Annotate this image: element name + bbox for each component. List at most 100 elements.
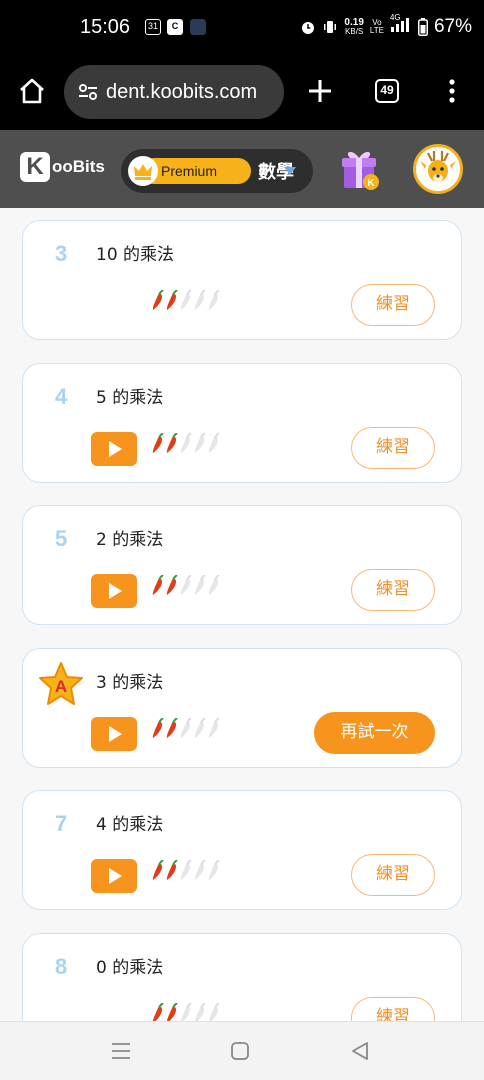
volte-indicator: Vo LTE xyxy=(369,18,384,35)
tab-switcher-button[interactable]: 49 xyxy=(375,79,399,103)
lesson-card: 5 2 的乘法練習 xyxy=(22,505,462,625)
chevron-down-icon xyxy=(284,167,296,175)
lesson-number: 5 xyxy=(55,526,68,551)
lesson-number: 4 xyxy=(55,383,68,409)
chili-pepper-icon xyxy=(193,1001,207,1021)
logo-k: K xyxy=(20,152,50,182)
play-video-button[interactable] xyxy=(91,716,137,751)
chili-pepper-icon xyxy=(151,859,165,886)
chili-pepper-icon xyxy=(165,431,179,459)
lesson-title: 0 的乘法 xyxy=(96,957,164,978)
chili-pepper-icon xyxy=(179,716,193,744)
back-icon[interactable] xyxy=(351,1042,369,1060)
site-settings-icon[interactable] xyxy=(78,82,98,102)
chili-pepper-icon xyxy=(165,574,179,601)
retry-button[interactable]: 再試一次 xyxy=(314,711,435,754)
battery-percent: 67% xyxy=(433,16,472,37)
chili-pepper-icon xyxy=(193,289,207,316)
chili-pepper-icon xyxy=(151,716,165,744)
subject-selector[interactable]: Premium 數學 xyxy=(121,149,313,193)
practice-button[interactable]: 練習 xyxy=(351,284,435,326)
lesson-title: 4 的乘法 xyxy=(96,815,164,835)
chili-pepper-icon xyxy=(165,289,179,316)
lesson-title: 2 的乘法 xyxy=(96,530,164,550)
chili-pepper-icon xyxy=(207,574,221,601)
chili-pepper-icon xyxy=(179,289,193,316)
app-header: K ooBits Premium 數學 K xyxy=(0,130,484,208)
lesson-number: 8 xyxy=(55,953,68,979)
status-time: 15:06 xyxy=(80,16,131,38)
vibrate-icon xyxy=(324,21,337,33)
chili-pepper-icon xyxy=(207,289,221,316)
chili-pepper-icon xyxy=(193,574,207,601)
deer-avatar-icon[interactable] xyxy=(413,144,463,194)
status-indicators: 0.19 KB/S Vo LTE 4G 67% xyxy=(300,13,472,38)
lesson-number: 7 xyxy=(55,811,68,836)
difficulty-rating xyxy=(151,289,221,316)
signal-indicator: 4G xyxy=(390,13,412,38)
practice-button[interactable]: 練習 xyxy=(351,854,435,896)
lesson-card: 4 5 的乘法練習 xyxy=(22,362,462,483)
practice-button[interactable]: 練習 xyxy=(351,426,435,469)
play-video-button[interactable] xyxy=(91,859,137,893)
browser-toolbar: dent.koobits.com 49 xyxy=(0,58,484,130)
message-notification-icon xyxy=(190,19,206,35)
plus-icon[interactable] xyxy=(307,78,333,104)
chili-pepper-icon xyxy=(207,716,221,744)
svg-text:K: K xyxy=(367,178,375,189)
chili-pepper-icon xyxy=(151,574,165,601)
svg-text:A: A xyxy=(55,677,67,696)
koobits-logo[interactable]: K ooBits xyxy=(20,152,105,182)
system-status-bar: 15:06 31 C 0.19 KB/S Vo LTE 4G 67% xyxy=(0,0,484,58)
lesson-title: 3 的乘法 xyxy=(96,672,164,693)
chili-pepper-icon xyxy=(151,431,165,459)
app-notification-icon: C xyxy=(167,19,183,35)
lesson-card: 7 4 的乘法練習 xyxy=(22,790,462,910)
home-icon[interactable] xyxy=(18,77,46,105)
battery-icon xyxy=(417,18,428,36)
difficulty-rating xyxy=(151,859,221,886)
address-bar[interactable]: dent.koobits.com xyxy=(64,65,284,119)
lesson-list[interactable]: 3 10 的乘法 練習 4 5 的乘法 練習 5 2 的乘法 練習 A 3 的乘法 再試一次 7 4 的乘… xyxy=(0,208,484,1021)
practice-button[interactable]: 練習 xyxy=(351,569,435,611)
chili-pepper-icon xyxy=(165,716,179,744)
system-navigation-bar xyxy=(0,1021,484,1080)
difficulty-rating xyxy=(151,716,221,744)
chili-pepper-icon xyxy=(193,859,207,886)
play-video-button[interactable] xyxy=(91,431,137,466)
chili-pepper-icon xyxy=(193,431,207,459)
chili-pepper-icon xyxy=(207,1001,221,1021)
chili-pepper-icon xyxy=(207,859,221,886)
crown-icon xyxy=(128,156,158,186)
chili-pepper-icon xyxy=(179,1001,193,1021)
play-video-button[interactable] xyxy=(91,574,137,608)
practice-button[interactable]: 練習 xyxy=(351,996,435,1021)
more-vert-icon[interactable] xyxy=(445,78,459,104)
chili-pepper-icon xyxy=(207,431,221,459)
chili-pepper-icon xyxy=(151,1001,165,1021)
lesson-card: 3 10 的乘法練習 xyxy=(22,220,462,340)
calendar-notification-icon: 31 xyxy=(145,19,161,35)
logo-text: ooBits xyxy=(52,157,105,176)
chili-pepper-icon xyxy=(179,574,193,601)
chili-pepper-icon xyxy=(151,289,165,316)
lesson-card: 8 0 的乘法練習 xyxy=(22,932,462,1021)
url-text: dent.koobits.com xyxy=(106,80,258,103)
lesson-title: 10 的乘法 xyxy=(96,245,175,265)
lesson-title: 5 的乘法 xyxy=(96,387,164,408)
network-speed: 0.19 KB/S xyxy=(344,17,364,36)
lesson-card: A 3 的乘法再試一次 xyxy=(22,647,462,768)
chili-pepper-icon xyxy=(179,859,193,886)
lesson-number: 3 xyxy=(55,241,68,266)
difficulty-rating xyxy=(151,431,221,459)
chili-pepper-icon xyxy=(165,1001,179,1021)
difficulty-rating xyxy=(151,574,221,601)
chili-pepper-icon xyxy=(193,716,207,744)
grade-star-icon: A xyxy=(37,661,85,711)
home-nav-icon[interactable] xyxy=(231,1042,249,1060)
gift-icon[interactable]: K xyxy=(338,146,384,192)
difficulty-rating xyxy=(151,1001,221,1021)
chili-pepper-icon xyxy=(165,859,179,886)
chili-pepper-icon xyxy=(179,431,193,459)
recent-apps-icon[interactable] xyxy=(111,1042,131,1060)
